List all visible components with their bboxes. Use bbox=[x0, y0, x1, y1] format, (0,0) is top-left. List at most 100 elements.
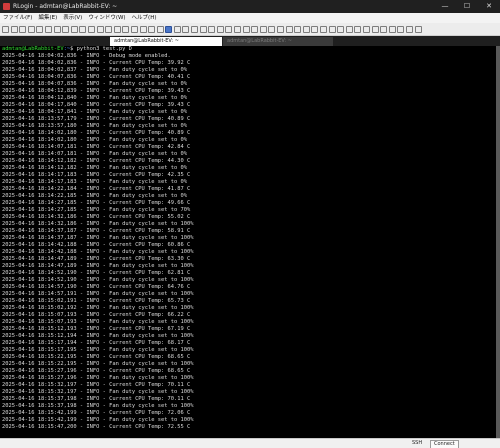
toolbar-button[interactable] bbox=[199, 25, 207, 33]
log-line: 2025-04-16 18:14:37,187 - INFO - Fan dut… bbox=[2, 235, 194, 241]
toolbar-button[interactable] bbox=[148, 25, 156, 33]
toolbar-button[interactable] bbox=[268, 25, 276, 33]
toolbar-button[interactable] bbox=[397, 25, 405, 33]
menu-window[interactable]: ウィンドウ(W) bbox=[85, 13, 128, 23]
toolbar-button[interactable] bbox=[234, 25, 242, 33]
log-line: 2025-04-16 18:14:02,180 - INFO - Fan dut… bbox=[2, 137, 187, 143]
log-line: 2025-04-16 18:15:22,195 - INFO - Current… bbox=[2, 354, 191, 360]
log-line: 2025-04-16 18:04:17,841 - INFO - Fan dut… bbox=[2, 109, 187, 115]
log-line: 2025-04-16 18:15:02,191 - INFO - Current… bbox=[2, 298, 191, 304]
log-line: 2025-04-16 18:14:52,190 - INFO - Fan dut… bbox=[2, 277, 194, 283]
log-line: 2025-04-16 18:14:17,183 - INFO - Current… bbox=[2, 172, 191, 178]
toolbar-button[interactable] bbox=[44, 25, 52, 33]
toolbar-button[interactable] bbox=[62, 25, 70, 33]
log-line: 2025-04-16 18:15:42,199 - INFO - Current… bbox=[2, 410, 191, 416]
log-line: 2025-04-16 18:14:07,181 - INFO - Fan dut… bbox=[2, 151, 187, 157]
menu-view[interactable]: 表示(V) bbox=[60, 13, 85, 23]
terminal-output[interactable]: admtan@LabRabbit-EV:~$ python3 test.py D… bbox=[0, 46, 496, 438]
log-line: 2025-04-16 18:15:37,198 - INFO - Current… bbox=[2, 396, 191, 402]
log-line: 2025-04-16 18:15:07,193 - INFO - Fan dut… bbox=[2, 319, 194, 325]
window-controls: — ☐ ✕ bbox=[434, 0, 500, 13]
log-line: 2025-04-16 18:04:02,836 - INFO - Debug m… bbox=[2, 53, 171, 59]
log-line: 2025-04-16 18:14:12,182 - INFO - Current… bbox=[2, 158, 191, 164]
toolbar-button[interactable] bbox=[191, 25, 199, 33]
toolbar-button[interactable] bbox=[10, 25, 18, 33]
menu-edit[interactable]: 編集(E) bbox=[35, 13, 60, 23]
toolbar-button[interactable] bbox=[70, 25, 78, 33]
title-bar[interactable]: RLogin - admtan@LabRabbit-EV: ~ — ☐ ✕ bbox=[0, 0, 500, 13]
toolbar-button[interactable] bbox=[27, 25, 35, 33]
toolbar-button[interactable] bbox=[216, 25, 224, 33]
toolbar-button[interactable] bbox=[208, 25, 216, 33]
toolbar-button[interactable] bbox=[139, 25, 147, 33]
log-line: 2025-04-16 18:14:47,189 - INFO - Current… bbox=[2, 256, 191, 262]
log-line: 2025-04-16 18:14:37,187 - INFO - Current… bbox=[2, 228, 191, 234]
toolbar-button[interactable] bbox=[380, 25, 388, 33]
toolbar-button[interactable] bbox=[130, 25, 138, 33]
command-text: python3 test.py D bbox=[76, 46, 132, 52]
toolbar-button[interactable] bbox=[105, 25, 113, 33]
toolbar-button[interactable] bbox=[285, 25, 293, 33]
log-line: 2025-04-16 18:15:12,194 - INFO - Fan dut… bbox=[2, 333, 194, 339]
toolbar-button[interactable] bbox=[414, 25, 422, 33]
toolbar-button[interactable] bbox=[294, 25, 302, 33]
toolbar-button[interactable] bbox=[87, 25, 95, 33]
maximize-icon[interactable]: ☐ bbox=[456, 0, 478, 13]
toolbar-button[interactable] bbox=[277, 25, 284, 33]
log-line: 2025-04-16 18:04:17,840 - INFO - Current… bbox=[2, 102, 191, 108]
rlogin-window: RLogin - admtan@LabRabbit-EV: ~ — ☐ ✕ ファ… bbox=[0, 0, 500, 448]
toolbar-button[interactable] bbox=[345, 25, 353, 33]
toolbar-button[interactable] bbox=[319, 25, 327, 33]
toolbar-button[interactable] bbox=[388, 25, 396, 33]
log-line: 2025-04-16 18:15:12,193 - INFO - Current… bbox=[2, 326, 191, 332]
toolbar-button[interactable] bbox=[113, 25, 121, 33]
minimize-icon[interactable]: — bbox=[434, 0, 456, 13]
log-line: 2025-04-16 18:14:02,180 - INFO - Current… bbox=[2, 130, 191, 136]
toolbar-button[interactable] bbox=[225, 25, 233, 33]
toolbar-button[interactable] bbox=[251, 25, 259, 33]
protocol-status: SSH bbox=[412, 440, 423, 446]
vertical-scrollbar[interactable] bbox=[496, 46, 500, 438]
tab-session-active[interactable]: admtan@LabRabbit-EV: ~ bbox=[110, 37, 222, 46]
log-line: 2025-04-16 18:04:12,840 - INFO - Fan dut… bbox=[2, 95, 187, 101]
log-line: 2025-04-16 18:14:47,189 - INFO - Fan dut… bbox=[2, 263, 194, 269]
log-line: 2025-04-16 18:14:57,191 - INFO - Fan dut… bbox=[2, 291, 194, 297]
menu-file[interactable]: ファイル(F) bbox=[0, 13, 35, 23]
status-bar: SSH Connect bbox=[0, 438, 500, 448]
toolbar-button[interactable] bbox=[302, 25, 310, 33]
toolbar-button[interactable] bbox=[405, 25, 413, 33]
log-line: 2025-04-16 18:04:07,836 - INFO - Current… bbox=[2, 74, 191, 80]
close-icon[interactable]: ✕ bbox=[478, 0, 500, 13]
log-line: 2025-04-16 18:15:27,196 - INFO - Fan dut… bbox=[2, 375, 194, 381]
toolbar-button[interactable] bbox=[2, 25, 9, 33]
toolbar-button[interactable] bbox=[156, 25, 164, 33]
toolbar-button[interactable] bbox=[242, 25, 250, 33]
menu-help[interactable]: ヘルプ(H) bbox=[129, 13, 160, 23]
log-line: 2025-04-16 18:14:27,185 - INFO - Fan dut… bbox=[2, 207, 191, 213]
toolbar-button[interactable] bbox=[53, 25, 61, 33]
toolbar-button[interactable] bbox=[337, 25, 345, 33]
connection-status: Connect bbox=[430, 440, 459, 448]
toolbar-button[interactable] bbox=[259, 25, 267, 33]
tab-session[interactable]: admtan@LabRabbit-EV: ~ bbox=[223, 37, 333, 46]
toolbar-button-active[interactable] bbox=[165, 25, 173, 33]
toolbar-button[interactable] bbox=[173, 25, 181, 33]
toolbar-button[interactable] bbox=[362, 25, 370, 33]
log-line: 2025-04-16 18:13:57,179 - INFO - Current… bbox=[2, 116, 191, 122]
log-line: 2025-04-16 18:14:22,184 - INFO - Current… bbox=[2, 186, 191, 192]
toolbar-button[interactable] bbox=[79, 25, 87, 33]
toolbar-button[interactable] bbox=[122, 25, 130, 33]
log-line: 2025-04-16 18:15:17,195 - INFO - Fan dut… bbox=[2, 347, 194, 353]
toolbar-button[interactable] bbox=[354, 25, 362, 33]
toolbar-button[interactable] bbox=[371, 25, 379, 33]
toolbar-button[interactable] bbox=[19, 25, 27, 33]
toolbar-button[interactable] bbox=[328, 25, 336, 33]
toolbar-button[interactable] bbox=[96, 25, 104, 33]
log-line: 2025-04-16 18:15:47,200 - INFO - Current… bbox=[2, 424, 191, 430]
log-line: 2025-04-16 18:15:32,197 - INFO - Fan dut… bbox=[2, 389, 194, 395]
toolbar-button[interactable] bbox=[311, 25, 319, 33]
toolbar-button[interactable] bbox=[36, 25, 44, 33]
log-line: 2025-04-16 18:14:32,186 - INFO - Fan dut… bbox=[2, 221, 194, 227]
scrollbar-thumb[interactable] bbox=[496, 46, 500, 438]
toolbar-button[interactable] bbox=[182, 25, 190, 33]
